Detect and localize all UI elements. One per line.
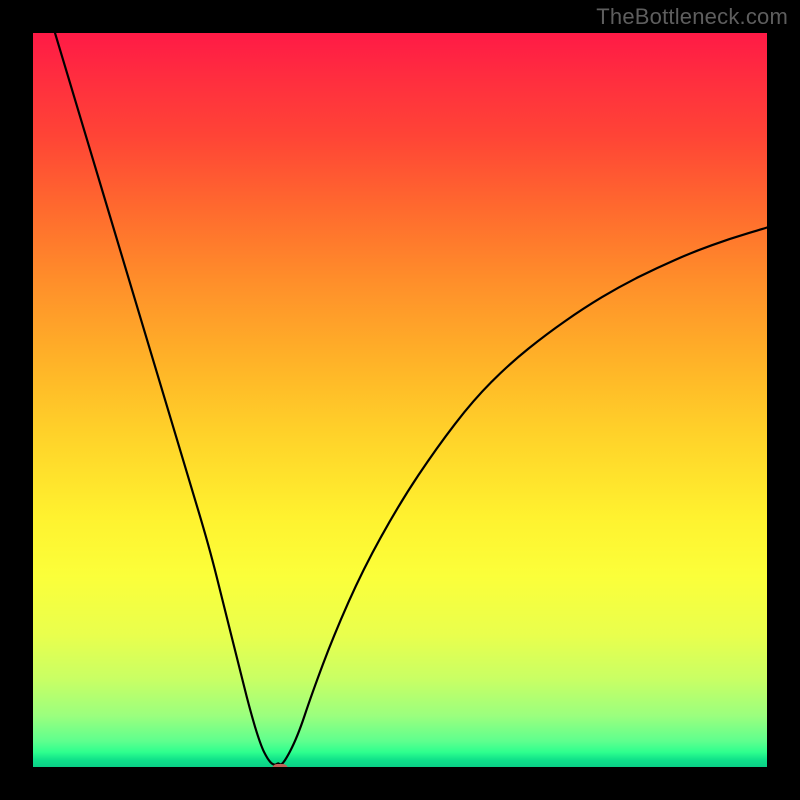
plot-area xyxy=(30,30,770,770)
optimum-marker xyxy=(272,764,288,770)
chart-stage: TheBottleneck.com xyxy=(0,0,800,800)
bottleneck-curve xyxy=(33,33,767,767)
curve-path xyxy=(55,33,767,765)
watermark-text: TheBottleneck.com xyxy=(596,4,788,30)
